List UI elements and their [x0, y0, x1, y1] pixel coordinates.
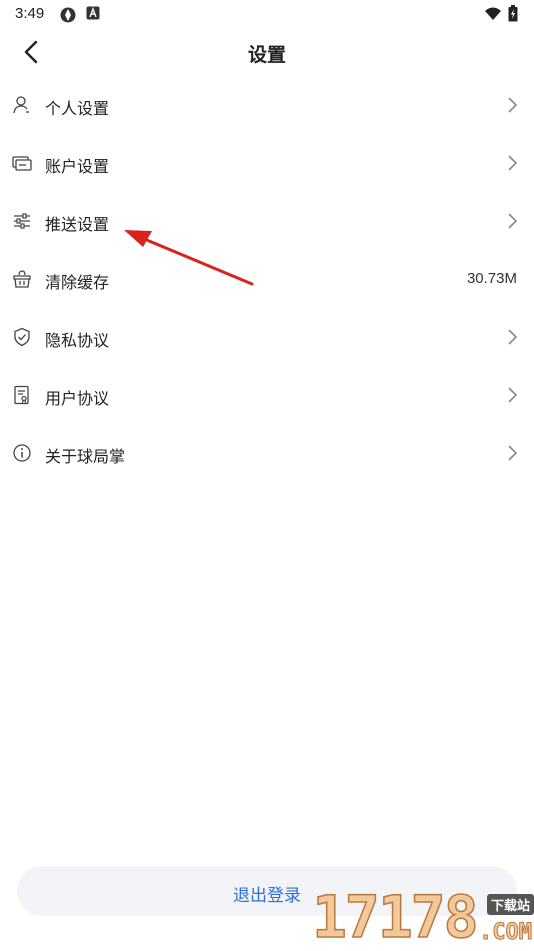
menu-item-label: 个人设置	[45, 101, 110, 118]
document-icon	[12, 385, 32, 405]
status-time: 3:49	[15, 5, 45, 22]
menu-item-label: 隐私协议	[45, 333, 110, 350]
menu-item-privacy-policy[interactable]: 隐私协议	[0, 308, 534, 366]
menu-item-label: 账户设置	[45, 159, 110, 176]
chevron-right-icon	[506, 96, 518, 114]
menu-item-clear-cache[interactable]: 清除缓存 30.73M	[0, 250, 534, 308]
status-bar: 3:49	[0, 0, 534, 28]
sync-icon	[59, 6, 77, 29]
menu-item-about[interactable]: 关于球局掌	[0, 424, 534, 482]
chevron-right-icon	[506, 328, 518, 346]
chevron-right-icon	[506, 386, 518, 404]
battery-icon	[508, 5, 518, 27]
menu-item-push-settings[interactable]: 推送设置	[0, 192, 534, 250]
menu-item-label: 关于球局掌	[45, 449, 126, 466]
watermark-domain: .COM	[479, 920, 533, 946]
settings-menu: 个人设置 账户设置 推送设置 清除缓存 30.73M 隐私协议 用户协议 关于球…	[0, 76, 534, 482]
menu-item-label: 推送设置	[45, 217, 110, 234]
shield-icon	[12, 327, 32, 347]
menu-item-personal-settings[interactable]: 个人设置	[0, 76, 534, 134]
logout-label: 退出登录	[233, 886, 301, 905]
menu-item-user-agreement[interactable]: 用户协议	[0, 366, 534, 424]
cache-size-value: 30.73M	[466, 270, 517, 287]
menu-item-label: 清除缓存	[45, 275, 110, 292]
header: 设置	[0, 28, 534, 76]
wifi-icon	[484, 7, 502, 26]
chevron-right-icon	[506, 212, 518, 230]
chevron-right-icon	[506, 444, 518, 462]
basket-icon	[12, 269, 32, 289]
page-title: 设置	[247, 45, 286, 66]
menu-item-label: 用户协议	[45, 391, 110, 408]
sliders-icon	[12, 211, 32, 231]
logout-button[interactable]: 退出登录	[17, 866, 517, 916]
info-icon	[12, 443, 32, 463]
a-badge-icon	[86, 6, 100, 25]
chevron-right-icon	[506, 154, 518, 172]
menu-item-account-settings[interactable]: 账户设置	[0, 134, 534, 192]
person-icon	[12, 95, 32, 115]
card-icon	[12, 153, 32, 173]
